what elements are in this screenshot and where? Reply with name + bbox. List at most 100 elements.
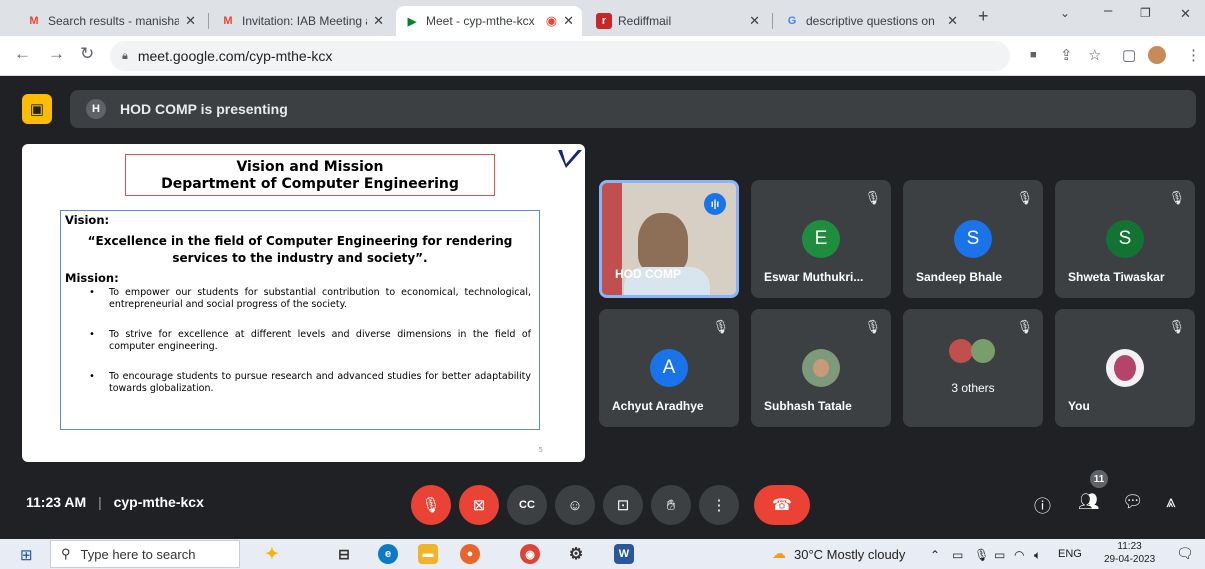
- task-view-icon[interactable]: ⊟: [334, 544, 354, 564]
- emoji-icon: ☺: [567, 496, 583, 514]
- word-icon[interactable]: W: [614, 544, 634, 564]
- close-icon[interactable]: ✕: [185, 13, 196, 29]
- new-tab-button[interactable]: +: [978, 6, 989, 27]
- mission-list: To empower our students for substantial …: [65, 287, 535, 395]
- participant-tile-others[interactable]: 🎙︎ 3 others: [903, 309, 1043, 427]
- google-icon: G: [787, 15, 797, 27]
- windows-taskbar: ⊞ ⚲ Type here to search ✦ ⊟ e ▬ ● ◉ ⚙ W …: [0, 539, 1205, 569]
- present-screen-icon: ⊡: [616, 497, 630, 514]
- participant-tile[interactable]: 🎙︎ Subhash Tatale: [751, 309, 891, 427]
- notifications-icon[interactable]: 🗨︎: [1176, 545, 1194, 562]
- weather-icon: ☁: [772, 545, 786, 561]
- rediff-icon: r: [596, 13, 612, 29]
- presenting-label: HOD COMP is presenting: [120, 101, 288, 117]
- participant-count-badge: 11: [1090, 470, 1108, 488]
- chat-icon[interactable]: 💬︎: [1122, 492, 1144, 512]
- sparkle-widget-icon[interactable]: ✦: [262, 544, 282, 564]
- tab-gmail-search[interactable]: M Search results - manisha.r ✕: [18, 6, 204, 36]
- slide-title: Vision and Mission: [236, 159, 384, 175]
- presentation-layout-icon[interactable]: ▣: [22, 94, 52, 124]
- tab-search-chevron-icon[interactable]: ⌄: [1060, 6, 1070, 20]
- participant-avatar: E: [802, 220, 840, 258]
- mission-item: To encourage students to pursue research…: [65, 371, 535, 395]
- tray-chevron-icon[interactable]: ⌃: [930, 548, 940, 562]
- meeting-details-icon[interactable]: ⓘ: [1034, 492, 1051, 517]
- wifi-icon[interactable]: ◠: [1014, 548, 1024, 562]
- participant-photo: [949, 339, 973, 363]
- microphone-tray-icon[interactable]: 🎙︎: [974, 548, 989, 562]
- presenting-banner: H HOD COMP is presenting: [70, 90, 1196, 128]
- meet-icon: ▶: [407, 15, 417, 28]
- window-close-icon[interactable]: ✕: [1180, 6, 1191, 22]
- participant-tile[interactable]: 🎙︎ A Achyut Aradhye: [599, 309, 739, 427]
- close-icon[interactable]: ✕: [749, 13, 760, 29]
- slide-title-box: Vision and Mission Department of Compute…: [125, 154, 495, 196]
- participant-photo: [802, 349, 840, 387]
- hand-icon: ✋︎: [666, 496, 676, 514]
- reload-icon[interactable]: ↻: [80, 44, 94, 64]
- participant-tile-you[interactable]: 🎙︎ You: [1055, 309, 1195, 427]
- bookmark-star-icon[interactable]: ☆: [1088, 46, 1101, 64]
- leave-call-button[interactable]: ☎︎: [754, 485, 810, 525]
- speaking-indicator-icon: ı|ı: [704, 193, 726, 215]
- close-icon[interactable]: ✕: [947, 13, 958, 29]
- mic-off-icon: 🎙︎: [421, 497, 441, 514]
- tab-google-search[interactable]: G descriptive questions on ✕: [776, 6, 966, 36]
- battery-icon[interactable]: ▭: [994, 548, 1005, 562]
- vision-heading: Vision:: [65, 213, 110, 227]
- meet-tray-icon[interactable]: ▭: [952, 548, 963, 562]
- restore-icon[interactable]: ❐: [1140, 6, 1151, 20]
- settings-gear-icon[interactable]: ⚙: [566, 544, 586, 564]
- tab-meet[interactable]: ▶ Meet - cyp-mthe-kcx ◉ ✕: [396, 6, 582, 36]
- presenter-face: [638, 213, 688, 273]
- mic-off-icon: 🎙︎: [864, 190, 881, 205]
- weather-label[interactable]: 30°C Mostly cloudy: [794, 547, 905, 562]
- volume-icon[interactable]: 🔈︎: [1034, 548, 1041, 563]
- tab-rediffmail[interactable]: r Rediffmail ✕: [588, 6, 768, 36]
- forward-arrow-icon[interactable]: →: [48, 44, 65, 64]
- recording-dot-icon: ◉: [545, 13, 558, 28]
- mission-heading: Mission:: [65, 271, 119, 285]
- present-now-button[interactable]: ⊡: [603, 485, 643, 525]
- file-explorer-icon[interactable]: ▬: [418, 544, 438, 564]
- gmail-icon: M: [223, 15, 233, 27]
- participant-tile[interactable]: 🎙︎ S Shweta Tiwaskar: [1055, 180, 1195, 298]
- more-menu-icon[interactable]: ⋮: [1186, 46, 1201, 64]
- taskbar-clock[interactable]: 11:23 29-04-2023: [1104, 540, 1155, 566]
- side-panel-icon[interactable]: ▢: [1122, 46, 1136, 64]
- edge-icon[interactable]: e: [378, 544, 398, 564]
- back-arrow-icon[interactable]: ←: [14, 44, 31, 64]
- taskbar-search-input[interactable]: ⚲ Type here to search: [50, 540, 240, 568]
- participant-tile[interactable]: 🎙︎ E Eswar Muthukri...: [751, 180, 891, 298]
- profile-avatar[interactable]: [1148, 46, 1166, 64]
- address-bar[interactable]: 🔒︎ meet.google.com/cyp-mthe-kcx: [110, 41, 1010, 71]
- windows-start-icon[interactable]: ⊞: [20, 546, 33, 564]
- people-icon[interactable]: 👥︎: [1078, 492, 1100, 512]
- slide-subtitle: Department of Computer Engineering: [161, 176, 459, 192]
- camera-toggle-button[interactable]: ⊠: [459, 485, 499, 525]
- participant-avatar: S: [954, 220, 992, 258]
- language-indicator[interactable]: ENG: [1058, 548, 1082, 560]
- activities-icon[interactable]: ⩓: [1166, 492, 1176, 512]
- participant-photo: [1106, 349, 1144, 387]
- participant-tile-hod-comp[interactable]: ı|ı HOD COMP: [599, 180, 739, 298]
- more-options-button[interactable]: ⋮: [699, 485, 739, 525]
- mic-toggle-button[interactable]: 🎙︎: [411, 485, 451, 525]
- reactions-button[interactable]: ☺: [555, 485, 595, 525]
- slide-page-number: 5: [538, 446, 543, 454]
- close-icon[interactable]: ✕: [373, 13, 384, 29]
- participant-avatar: S: [1106, 220, 1144, 258]
- close-icon[interactable]: ✕: [563, 13, 574, 29]
- minimize-icon[interactable]: –: [1104, 2, 1112, 19]
- share-icon[interactable]: ⇪: [1060, 46, 1073, 64]
- presenter-avatar: H: [86, 99, 106, 119]
- camera-indicator-icon[interactable]: ■: [1030, 49, 1037, 61]
- mic-off-icon: 🎙︎: [1168, 190, 1185, 205]
- participant-tile[interactable]: 🎙︎ S Sandeep Bhale: [903, 180, 1043, 298]
- chrome-icon[interactable]: ◉: [520, 544, 540, 564]
- slide-content-box: Vision: “Excellence in the field of Comp…: [60, 210, 540, 430]
- captions-button[interactable]: CC: [507, 485, 547, 525]
- firefox-icon[interactable]: ●: [460, 544, 480, 564]
- raise-hand-button[interactable]: ✋︎: [651, 485, 691, 525]
- tab-gmail-invitation[interactable]: M Invitation: IAB Meeting at ✕: [212, 6, 392, 36]
